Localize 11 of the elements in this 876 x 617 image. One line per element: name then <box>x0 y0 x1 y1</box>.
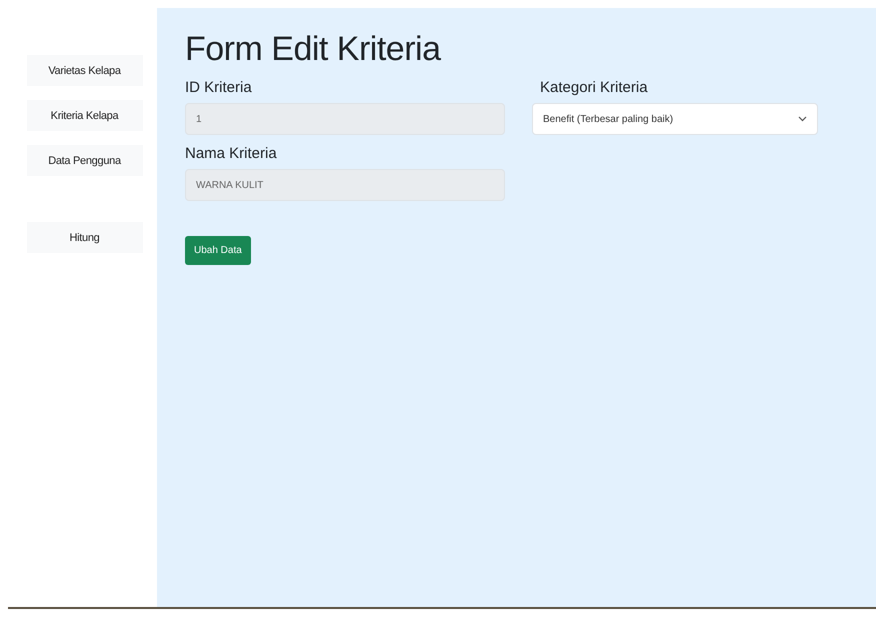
sidebar-item[interactable]: Kriteria Kelapa <box>26 100 142 131</box>
chevron-down-icon <box>798 116 807 122</box>
sidebar-item[interactable]: Hitung <box>26 222 142 253</box>
form-title: Form Edit Kriteria <box>185 30 442 69</box>
sidebar-item[interactable]: Data Pengguna <box>26 145 142 176</box>
field-label: Kategori Kriteria <box>540 79 648 96</box>
field-label: ID Kriteria <box>185 79 252 96</box>
sidebar-item[interactable]: Varietas Kelapa <box>26 55 142 86</box>
field-label: Nama Kriteria <box>185 145 277 162</box>
submit-button[interactable]: Ubah Data <box>185 236 251 265</box>
dropdown[interactable]: Benefit (Terbesar paling baik) <box>532 103 818 135</box>
